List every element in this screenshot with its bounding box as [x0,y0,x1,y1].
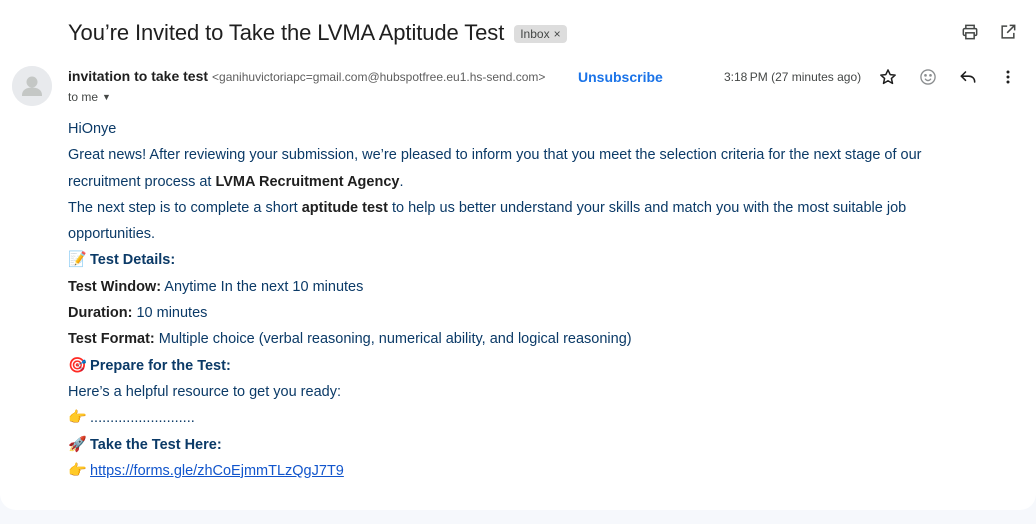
label-text: Inbox [520,27,550,41]
window-value: Anytime In the next 10 minutes [161,278,364,295]
duration-line: Duration: 10 minutes [68,300,978,326]
print-icon[interactable] [960,22,980,42]
test-link-line: 👉 https://forms.gle/zhCoEjmmTLzQgJ7T9 [68,458,978,484]
sender-name[interactable]: invitation to take test [68,68,208,84]
recipient-text: to me [68,90,99,104]
remove-label-icon[interactable]: × [554,25,561,43]
intro-text: Great news! After reviewing your submiss… [68,147,922,190]
resource-line: Here’s a helpful resource to get you rea… [68,383,341,400]
message-actions [878,67,1018,87]
format-value: Multiple choice (verbal reasoning, numer… [154,331,632,348]
duration-label: Duration: [68,305,133,322]
sender-info: invitation to take test <ganihuvictoriap… [68,68,545,84]
resource-placeholder: 👉 .......................... [68,405,978,431]
target-icon: 🎯 [68,356,87,374]
test-window-line: Test Window: Anytime In the next 10 minu… [68,274,978,300]
unsubscribe-link[interactable]: Unsubscribe [578,69,663,85]
email-subject: You’re Invited to Take the LVMA Aptitude… [68,20,505,45]
details-heading-text: Test Details: [90,252,176,269]
more-vert-icon[interactable] [998,67,1018,87]
test-details-heading: 📝 Test Details: [68,247,978,273]
inbox-label-chip[interactable]: Inbox × [514,25,567,43]
memo-icon: 📝 [68,251,87,269]
reply-icon[interactable] [958,67,978,87]
message-body: HiOnye Great news! After reviewing your … [68,116,978,484]
next-step-text: The next step is to complete a short [68,199,302,216]
open-in-new-window-icon[interactable] [998,22,1018,42]
pointing-hand-icon: 👉 [68,409,87,427]
subject-actions [960,22,1018,42]
test-link[interactable]: https://forms.gle/zhCoEjmmTLzQgJ7T9 [90,463,344,479]
received-time: 3:18 PM (27 minutes ago) [724,70,862,84]
greeting: HiOnye [68,121,117,137]
star-icon[interactable] [878,67,898,87]
aptitude-test-bold: aptitude test [301,199,388,216]
placeholder-dots: .......................... [86,410,195,427]
paragraph-intro: Great news! After reviewing your submiss… [68,142,978,195]
window-label: Test Window: [68,278,162,295]
sender-email: <ganihuvictoriapc=gmail.com@hubspotfree.… [212,70,546,84]
take-test-heading: 🚀 Take the Test Here: [68,432,978,458]
paragraph-next-step: The next step is to complete a short apt… [68,195,978,248]
agency-name: LVMA Recruitment Agency [215,173,400,190]
prepare-heading-text: Prepare for the Test: [90,357,231,374]
sender-avatar[interactable] [12,66,52,106]
chevron-down-icon[interactable]: ▼ [102,92,111,102]
emoji-react-icon[interactable] [918,67,938,87]
email-view: You’re Invited to Take the LVMA Aptitude… [0,0,1036,510]
rocket-icon: 🚀 [68,435,87,453]
format-line: Test Format: Multiple choice (verbal rea… [68,326,978,352]
prepare-heading: 🎯 Prepare for the Test: [68,353,978,379]
subject-row: You’re Invited to Take the LVMA Aptitude… [68,18,567,48]
recipient-details-toggle[interactable]: to me ▼ [68,90,111,104]
take-test-heading-text: Take the Test Here: [90,436,222,453]
intro-end: . [399,173,404,190]
format-label: Test Format: [68,331,155,348]
duration-value: 10 minutes [132,305,208,322]
pointing-hand-icon: 👉 [68,461,87,479]
